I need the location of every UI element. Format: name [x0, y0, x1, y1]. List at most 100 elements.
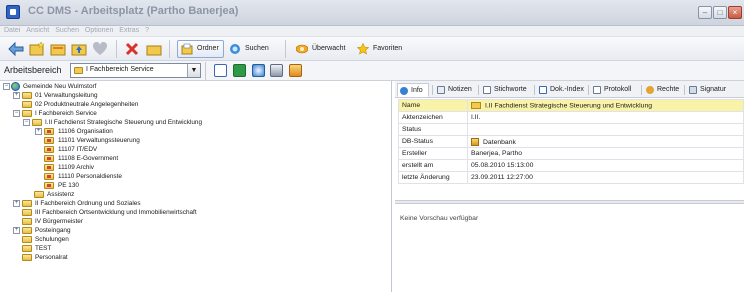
property-key: Ersteller: [398, 147, 468, 160]
favoriten-button[interactable]: Favoriten: [353, 40, 407, 58]
open-folder-icon[interactable]: [50, 41, 66, 57]
tab-separator: [641, 85, 642, 95]
browser-icon[interactable]: [252, 64, 265, 77]
ordner-button[interactable]: Ordner: [177, 40, 224, 58]
folder-icon: [74, 67, 83, 74]
heart-icon[interactable]: [92, 41, 108, 57]
tree-node-assistenz[interactable]: Assistenz: [47, 191, 74, 199]
table-row[interactable]: Status: [398, 123, 744, 136]
tree-node-11109[interactable]: 11109 Archiv: [58, 164, 94, 172]
notes-icon: [437, 86, 445, 94]
table-row[interactable]: Name I.II Fachdienst Strategische Steuer…: [398, 99, 744, 112]
tree-node-pe130[interactable]: PE 130: [58, 182, 79, 190]
tree-node-posteingang[interactable]: Posteingang: [35, 227, 71, 235]
tree-node-11110[interactable]: 11110 Personaldienste: [58, 173, 122, 181]
menu-datei[interactable]: Datei: [4, 26, 20, 36]
tree-node-test[interactable]: TEST: [35, 245, 51, 253]
tree-node-fachbereich-service[interactable]: I Fachbereich Service: [35, 110, 97, 118]
tab-stichworte-label: Stichworte: [494, 86, 527, 93]
folder-icon: [44, 155, 54, 162]
detail-tabs: Info Notizen Stichworte Dok.-Index Proto…: [395, 81, 744, 98]
tree-node-ortsentwicklung[interactable]: III Fachbereich Ortsentwicklung und Immo…: [35, 209, 197, 217]
panel-splitter[interactable]: [395, 200, 744, 204]
table-row[interactable]: Ersteller Banerjea, Partho: [398, 147, 744, 160]
tab-signatur-label: Signatur: [700, 86, 727, 93]
toolbar-separator: [169, 40, 170, 58]
index-icon: [539, 86, 547, 94]
menu-suchen[interactable]: Suchen: [55, 26, 79, 36]
property-value: [467, 123, 744, 136]
folder-icon: [22, 101, 32, 108]
tree-node-fachdienst-steuerung[interactable]: I.II Fachdienst Strategische Steuerung u…: [45, 119, 202, 127]
folder-icon: [44, 173, 54, 180]
menu-extras[interactable]: Extras: [119, 26, 139, 36]
table-row[interactable]: Aktenzeichen I.II.: [398, 111, 744, 124]
minimize-button[interactable]: –: [698, 6, 712, 19]
tree-node-ordnung-soziales[interactable]: II Fachbereich Ordnung und Soziales: [35, 200, 141, 208]
folder-icon[interactable]: [146, 41, 162, 57]
back-arrow-icon[interactable]: [8, 41, 24, 57]
tree-node-gemeinde[interactable]: Gemeinde Neu Wulmstorf: [23, 83, 96, 91]
title-bar: CC DMS - Arbeitsplatz (Partho Banerjea) …: [0, 0, 744, 26]
menu-ansicht[interactable]: Ansicht: [26, 26, 49, 36]
folder-icon: [22, 245, 32, 252]
tree-node-11107[interactable]: 11107 IT/EDV: [58, 146, 97, 154]
tab-signatur[interactable]: Signatur: [687, 83, 726, 97]
preview-text: Keine Vorschau verfügbar: [400, 215, 479, 222]
keywords-icon: [483, 86, 491, 94]
tab-notizen[interactable]: Notizen: [435, 83, 472, 97]
excel-icon[interactable]: [233, 64, 246, 77]
tab-separator: [684, 85, 685, 95]
maximize-button[interactable]: □: [713, 6, 727, 19]
tree-node-schulungen[interactable]: Schulungen: [35, 236, 69, 244]
table-row[interactable]: DB-Status Datenbank: [398, 135, 744, 148]
tab-stichworte[interactable]: Stichworte: [481, 83, 527, 97]
expand-toggle[interactable]: +: [13, 200, 20, 207]
ueberwacht-button[interactable]: Überwacht: [292, 40, 350, 58]
tab-info[interactable]: Info: [397, 83, 429, 97]
expand-toggle[interactable]: +: [13, 227, 20, 234]
tree-node-11106[interactable]: 11106 Organisation: [58, 128, 113, 136]
tree-node-11101[interactable]: 11101 Verwaltungssteuerung: [58, 137, 140, 145]
expand-toggle[interactable]: +: [35, 128, 42, 135]
tab-protokoll-label: Protokoll: [604, 86, 632, 93]
tree-node-verwaltungsleitung[interactable]: 01 Verwaltungsleitung: [35, 92, 98, 100]
folder-icon: [22, 254, 32, 261]
collapse-toggle[interactable]: −: [23, 119, 30, 126]
folder-icon: [44, 182, 54, 189]
folder-up-icon[interactable]: [71, 41, 87, 57]
property-key: DB-Status: [398, 135, 468, 148]
folder-icon: [34, 191, 44, 198]
collapse-toggle[interactable]: −: [3, 83, 10, 90]
scanner-icon[interactable]: [270, 64, 283, 77]
tab-separator: [478, 85, 479, 95]
new-folder-icon[interactable]: [29, 41, 45, 57]
word-icon[interactable]: [214, 64, 227, 77]
signature-icon: [689, 86, 697, 94]
menu-optionen[interactable]: Optionen: [85, 26, 113, 36]
tab-rechte-label: Rechte: [657, 86, 680, 93]
close-button[interactable]: ×: [728, 6, 742, 19]
favoriten-label: Favoriten: [373, 45, 403, 52]
tab-rechte[interactable]: Rechte: [644, 83, 679, 97]
menu-help[interactable]: ?: [145, 26, 149, 36]
arbeitsbereich-select[interactable]: I Fachbereich Service ▼: [70, 63, 201, 78]
folder-icon: [44, 146, 54, 153]
expand-toggle[interactable]: +: [13, 92, 20, 99]
collapse-toggle[interactable]: −: [13, 110, 20, 117]
chevron-down-icon[interactable]: ▼: [187, 64, 200, 77]
tab-dok-index[interactable]: Dok.-Index: [537, 83, 584, 97]
eye-icon: [296, 44, 308, 54]
delete-icon[interactable]: [124, 41, 140, 57]
table-row[interactable]: erstellt am 05.08.2010 15:13:00: [398, 159, 744, 172]
tab-protokoll[interactable]: Protokoll: [591, 83, 631, 97]
tree-node-produktneutrale[interactable]: 02 Produktneutrale Angelegenheiten: [35, 101, 138, 109]
tree-node-11108[interactable]: 11108 E-Government: [58, 155, 118, 163]
tree-node-personalrat[interactable]: Personalrat: [35, 254, 68, 262]
tree-node-buergermeister[interactable]: IV Bürgermeister: [35, 218, 83, 226]
folder-icon: [22, 209, 32, 216]
import-icon[interactable]: [289, 64, 302, 77]
table-row[interactable]: letzte Änderung 23.09.2011 12:27:00: [398, 171, 744, 184]
detail-panel: Info Notizen Stichworte Dok.-Index Proto…: [395, 81, 744, 292]
suchen-button[interactable]: Suchen: [225, 40, 274, 58]
